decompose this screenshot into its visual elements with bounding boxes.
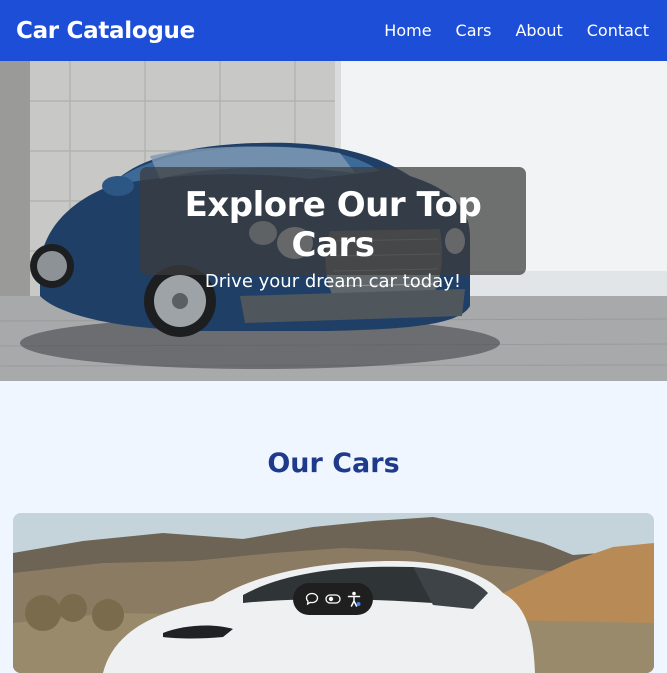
chat-bubble-icon[interactable] — [303, 590, 321, 608]
nav-contact[interactable]: Contact — [587, 21, 649, 40]
nav-about[interactable]: About — [515, 21, 562, 40]
toggle-icon[interactable] — [324, 590, 342, 608]
hero-subtitle: Drive your dream car today! — [204, 271, 462, 292]
floating-toolbar — [293, 583, 373, 615]
nav-home[interactable]: Home — [384, 21, 431, 40]
nav-cars[interactable]: Cars — [456, 21, 492, 40]
brand-logo[interactable]: Car Catalogue — [16, 18, 195, 44]
section-title: Our Cars — [267, 448, 400, 479]
navbar: Car Catalogue Home Cars About Contact — [0, 0, 667, 61]
hero-overlay: Explore Our Top Cars Drive your dream ca… — [140, 167, 526, 292]
hero-banner: Explore Our Top Cars Drive your dream ca… — [0, 61, 667, 381]
accessibility-icon[interactable] — [345, 590, 363, 608]
hero-title: Explore Our Top Cars — [184, 185, 482, 265]
nav-links: Home Cars About Contact — [384, 21, 649, 40]
